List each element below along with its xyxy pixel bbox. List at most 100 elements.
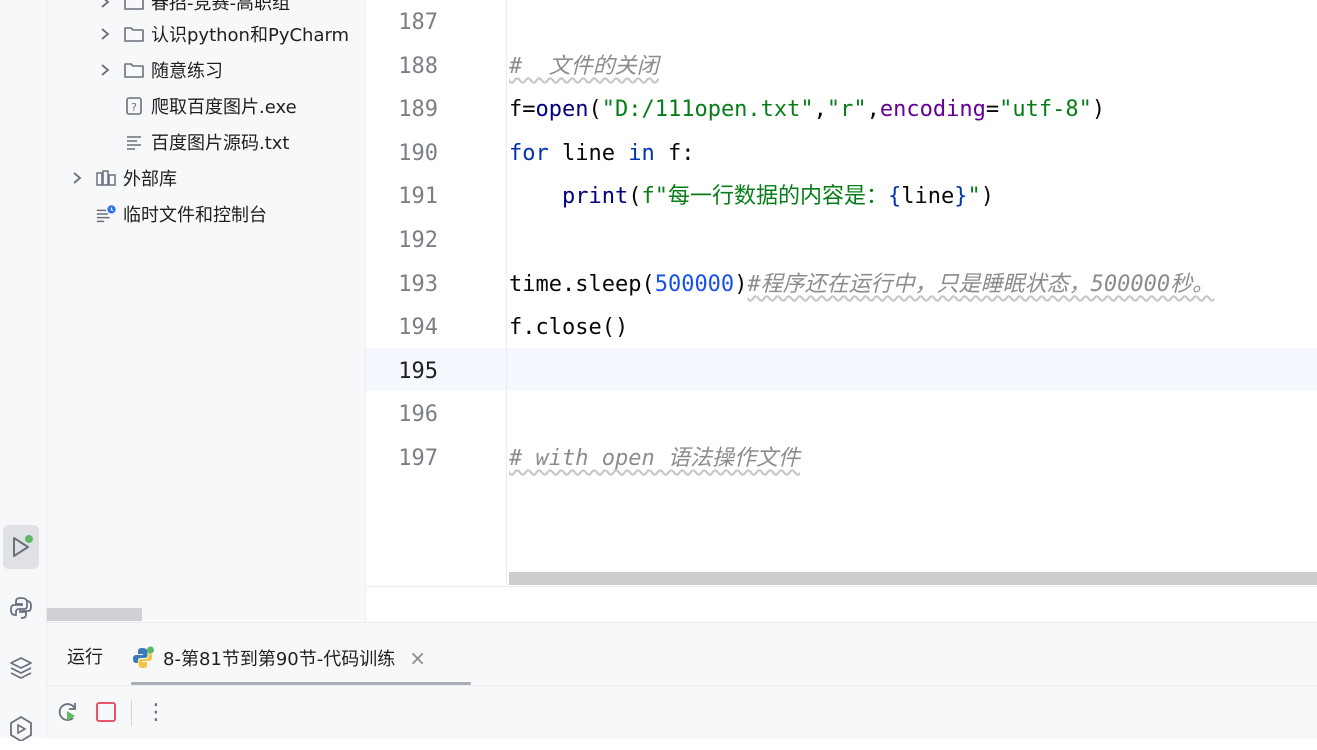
line-number: 187: [398, 10, 438, 35]
tree-item-label: 临时文件和控制台: [123, 205, 267, 226]
tree-item-file[interactable]: 百度图片源码.txt: [123, 124, 290, 160]
code-line-189[interactable]: f=open("D:/111open.txt","r",encoding="ut…: [509, 88, 1105, 132]
scratch-icon: [95, 204, 117, 224]
tree-item-label: 认识python和PyCharm: [151, 25, 350, 46]
code-token: line: [901, 184, 955, 210]
code-comment: # 文件的关闭: [509, 53, 659, 79]
line-number: 190: [398, 140, 438, 166]
code-line-194[interactable]: f.close(): [509, 306, 628, 350]
project-horizontal-scrollbar[interactable]: [47, 608, 142, 621]
editor-horizontal-scrollbar[interactable]: [509, 572, 1317, 585]
run-panel-title: 运行: [67, 647, 103, 668]
code-token: f.close(): [509, 315, 629, 341]
code-fstring: ": [967, 184, 981, 210]
toolbar-separator: [131, 700, 132, 726]
close-icon[interactable]: ×: [409, 646, 426, 670]
text-file-icon: [123, 133, 145, 151]
line-number: 189: [398, 97, 438, 123]
code-token: ): [734, 271, 748, 297]
project-tree: 春招-竞赛-高职组 认识python和PyCharm 随意练习 ? 爬取百度图片…: [47, 0, 366, 622]
python-console-icon: [10, 597, 32, 619]
stop-button[interactable]: [93, 699, 119, 725]
tool-window-strip: [0, 0, 47, 741]
run-tab-label: 8-第81节到第90节-代码训练: [163, 649, 396, 670]
rerun-button[interactable]: [55, 699, 81, 725]
tree-item-label: 春招-竞赛-高职组: [151, 0, 290, 14]
python-file-icon: [133, 646, 154, 668]
line-number-gutter: 187 188 189 190 191 192 193 194 195 196 …: [366, 0, 506, 586]
line-number: 196: [398, 402, 438, 428]
code-token: ): [980, 184, 994, 210]
code-token: ,: [813, 97, 827, 123]
code-line-197[interactable]: # with open 语法操作文件: [509, 437, 800, 481]
svg-text:?: ?: [131, 101, 137, 114]
tree-item-folder[interactable]: 随意练习: [97, 52, 223, 88]
code-line-190[interactable]: for line in f:: [509, 132, 694, 176]
line-number: 194: [398, 315, 438, 341]
gutter-separator: [506, 0, 507, 586]
tree-item-label: 爬取百度图片.exe: [151, 97, 297, 118]
code-string: "utf-8": [999, 97, 1092, 123]
folder-icon: [123, 25, 145, 43]
code-brace: }: [954, 184, 968, 210]
code-comment: # with open 语法操作文件: [509, 446, 800, 471]
code-token: =: [985, 97, 1000, 123]
run-icon: [13, 535, 33, 557]
folder-icon: [123, 61, 145, 79]
run-tool-button[interactable]: [3, 525, 39, 569]
code-token: f:: [654, 140, 695, 166]
more-options-icon[interactable]: ⋮: [143, 699, 169, 725]
chevron-right-icon[interactable]: [97, 63, 113, 77]
code-line-193[interactable]: time.sleep(500000)#程序还在运行中，只是睡眠状态，500000…: [509, 263, 1214, 307]
code-token: line: [548, 140, 629, 166]
tree-item-label: 百度图片源码.txt: [151, 133, 290, 154]
code-token: (: [628, 184, 642, 210]
stop-icon: [96, 702, 116, 722]
chevron-right-icon[interactable]: [69, 171, 85, 185]
code-builtin: open: [535, 97, 589, 123]
line-number-current: 195: [398, 358, 438, 384]
line-number: 193: [398, 271, 438, 297]
code-keyword: for: [509, 140, 549, 166]
layers-button[interactable]: [3, 646, 39, 690]
line-number: 191: [398, 184, 438, 210]
code-keyword-argument: encoding: [879, 97, 986, 123]
run-toolbar: ⋮: [47, 685, 1317, 740]
code-number: 500000: [654, 271, 735, 297]
tree-item-scratches[interactable]: 临时文件和控制台: [95, 196, 267, 232]
code-keyword: in: [628, 140, 655, 166]
tree-item-label: 外部库: [123, 169, 177, 190]
run-configuration-tab[interactable]: 8-第81节到第90节-代码训练 ×: [131, 631, 471, 685]
code-fstring: f"每一行数据的内容是：: [641, 184, 888, 210]
chevron-right-icon[interactable]: [97, 27, 113, 41]
code-token: (: [588, 97, 602, 123]
line-number: 192: [398, 228, 438, 253]
editor-bottom-area: [366, 586, 1317, 623]
library-icon: [95, 169, 117, 187]
tree-item-external-libraries[interactable]: 外部库: [69, 160, 177, 196]
tree-item-folder[interactable]: 认识python和PyCharm: [97, 16, 349, 52]
line-number: 188: [398, 53, 438, 79]
code-string: "D:/111open.txt": [601, 97, 814, 123]
chevron-right-icon[interactable]: [97, 0, 113, 9]
code-token: ): [1091, 97, 1106, 123]
code-line-188[interactable]: # 文件的关闭: [509, 45, 659, 89]
code-token: ,: [866, 97, 880, 123]
tree-item-label: 随意练习: [151, 61, 223, 82]
code-editor[interactable]: 187 188 189 190 191 192 193 194 195 196 …: [366, 0, 1317, 586]
code-line-191[interactable]: print(f"每一行数据的内容是：{line}"): [509, 175, 994, 219]
python-console-button[interactable]: [3, 586, 39, 630]
code-string: "r": [826, 97, 867, 123]
code-builtin: print: [561, 184, 629, 210]
code-token: f=: [509, 97, 536, 123]
current-line-highlight: [366, 348, 1317, 391]
tree-item-file[interactable]: ? 爬取百度图片.exe: [123, 88, 297, 124]
layers-icon: [10, 657, 32, 679]
code-brace: {: [887, 184, 902, 210]
services-button[interactable]: [3, 706, 39, 750]
line-number: 197: [398, 446, 438, 471]
code-token: time.sleep(: [509, 271, 655, 297]
code-comment: #程序还在运行中，只是睡眠状态，500000秒。: [747, 271, 1215, 297]
services-icon: [10, 715, 32, 741]
